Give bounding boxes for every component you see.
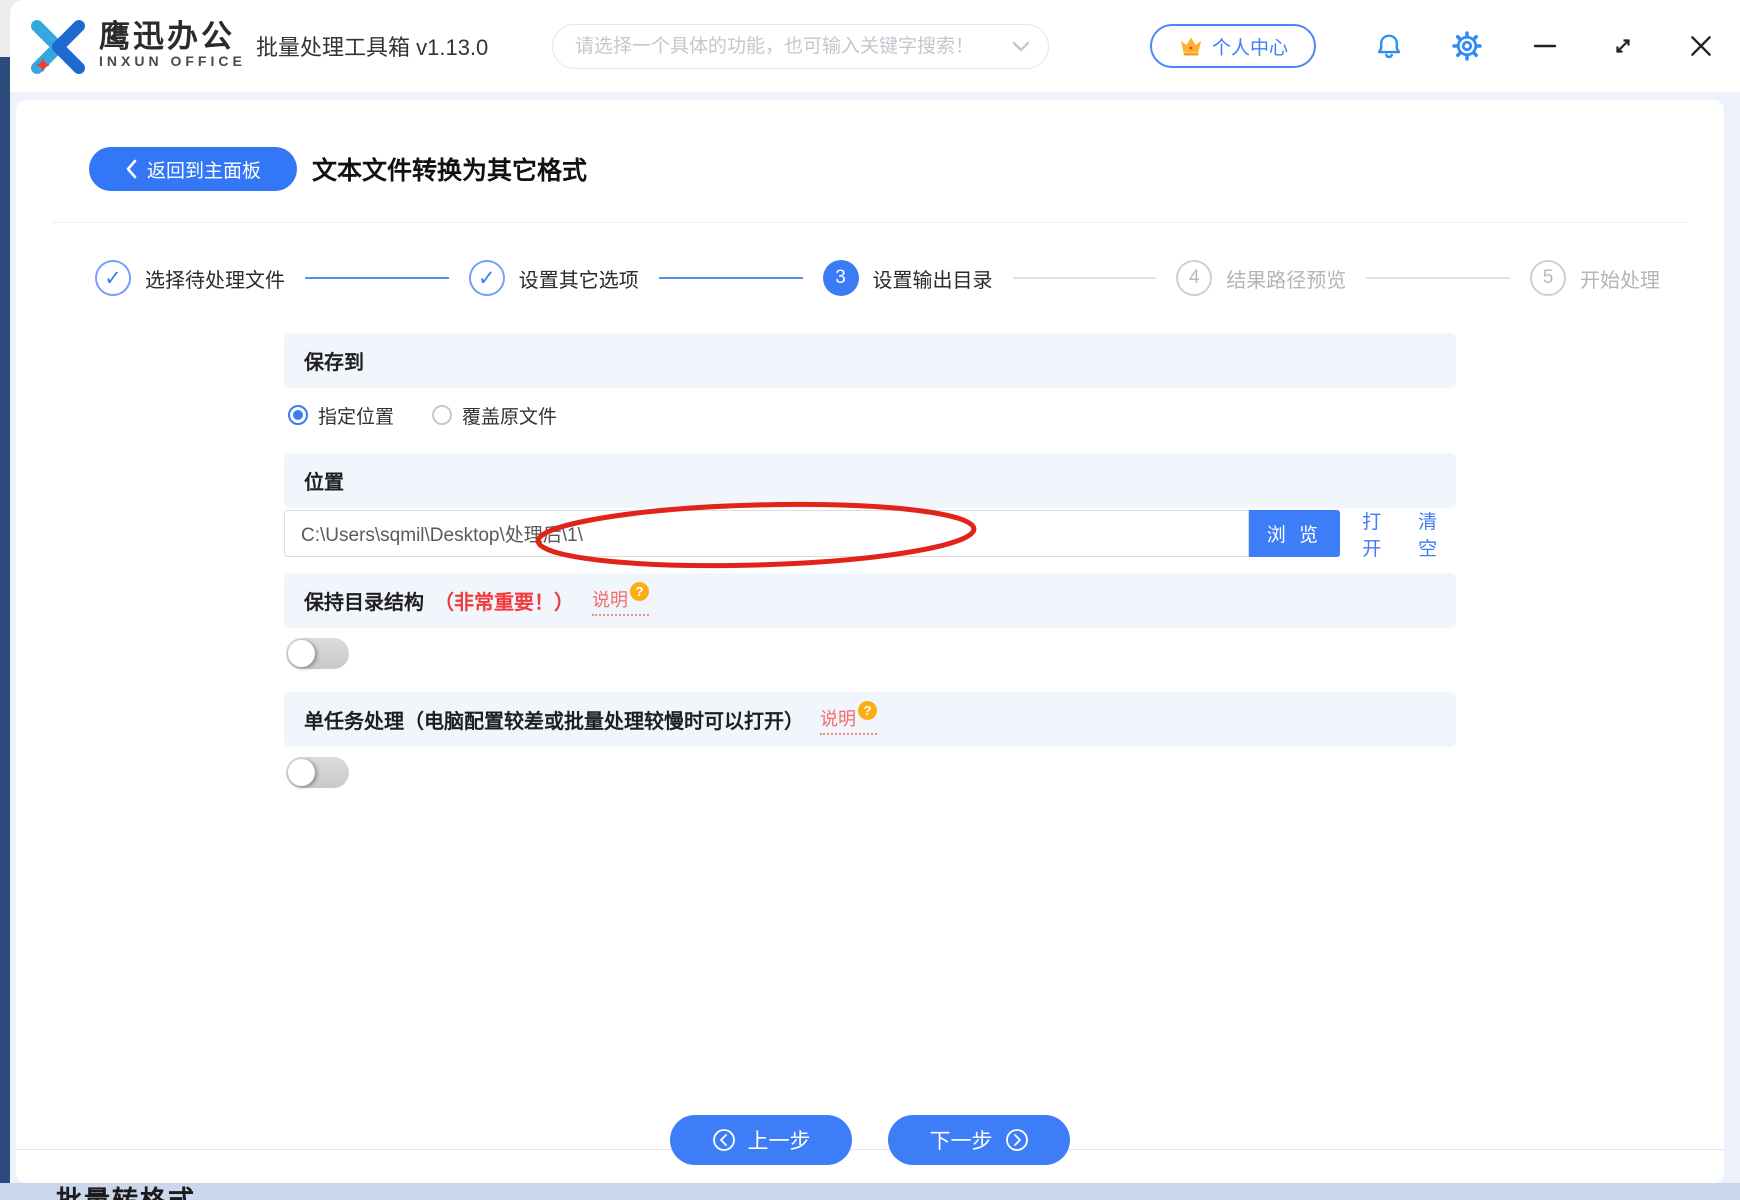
- step-output-directory[interactable]: 3 设置输出目录: [822, 260, 993, 296]
- app-title: 批量处理工具箱 v1.13.0: [256, 35, 489, 60]
- step-connector: [1012, 277, 1157, 279]
- step-select-files[interactable]: ✓ 选择待处理文件: [95, 260, 285, 296]
- app-header: 鹰迅办公 INXUN OFFICE 批量处理工具箱 v1.13.0 个人中心: [10, 0, 1740, 92]
- keep-structure-title: 保持目录结构: [304, 592, 424, 614]
- background-window-edge: [0, 57, 10, 1184]
- main-card: 返回到主面板 文本文件转换为其它格式 ✓ 选择待处理文件 ✓ 设置其它选项 3 …: [16, 100, 1724, 1183]
- settings-gear-icon[interactable]: [1452, 31, 1482, 61]
- minimize-button[interactable]: [1530, 31, 1560, 61]
- keep-structure-section-header: 保持目录结构 （非常重要！） 说明 ?: [284, 573, 1456, 628]
- step-3-label: 设置输出目录: [872, 269, 993, 292]
- step-2-label: 设置其它选项: [518, 269, 639, 292]
- title-divider: [52, 222, 1688, 223]
- app-body: 返回到主面板 文本文件转换为其它格式 ✓ 选择待处理文件 ✓ 设置其它选项 3 …: [10, 92, 1740, 1183]
- single-task-help-link[interactable]: 说明 ?: [820, 700, 877, 735]
- step-result-preview[interactable]: 4 结果路径预览: [1176, 260, 1346, 296]
- step-1-check-icon: ✓: [95, 260, 131, 296]
- single-task-title: 单任务处理（电脑配置较差或批量处理较慢时可以打开）: [304, 711, 804, 733]
- radio-overwrite-original[interactable]: 覆盖原文件: [432, 402, 557, 429]
- help-link-label: 说明: [592, 589, 628, 610]
- step-4-label: 结果路径预览: [1226, 269, 1347, 292]
- desktop-background: 批量转格式 鹰迅办公 INXUN OFFICE 批量处理工具箱 v1.13.0: [0, 0, 1740, 1200]
- wizard-steps: ✓ 选择待处理文件 ✓ 设置其它选项 3 设置输出目录 4 结果路径预览 5 开…: [95, 258, 1660, 298]
- circle-chevron-left-icon: [712, 1129, 735, 1151]
- user-center-label: 个人中心: [1211, 37, 1288, 59]
- chevron-down-icon[interactable]: [1012, 41, 1030, 53]
- chevron-left-icon: [126, 159, 137, 179]
- save-to-section-header: 保存到: [284, 333, 1456, 388]
- page-title: 文本文件转换为其它格式: [312, 157, 588, 185]
- save-to-options: 指定位置 覆盖原文件: [288, 397, 557, 433]
- search-input[interactable]: [575, 35, 1012, 58]
- logo-x-icon: [31, 20, 85, 74]
- function-search-box[interactable]: [552, 24, 1049, 69]
- radio-specified-location-label: 指定位置: [318, 406, 395, 428]
- help-link-label: 说明: [820, 708, 856, 729]
- save-to-title: 保存到: [304, 352, 364, 374]
- step-5-number: 5: [1530, 260, 1566, 296]
- next-step-button[interactable]: 下一步: [888, 1115, 1070, 1165]
- step-2-check-icon: ✓: [468, 260, 505, 296]
- logo-text-en: INXUN OFFICE: [99, 53, 246, 70]
- wizard-footer: 上一步 下一步: [16, 1115, 1724, 1165]
- radio-selected-icon[interactable]: [288, 405, 308, 425]
- single-task-toggle[interactable]: [286, 757, 349, 788]
- background-window-strip: 批量转格式: [0, 1183, 1740, 1200]
- app-window: 鹰迅办公 INXUN OFFICE 批量处理工具箱 v1.13.0 个人中心: [10, 0, 1740, 1183]
- back-to-dashboard-button[interactable]: 返回到主面板: [89, 147, 297, 191]
- step-connector: [1366, 277, 1510, 279]
- toggle-knob: [288, 759, 315, 786]
- keep-structure-toggle[interactable]: [286, 638, 349, 669]
- output-path-input[interactable]: [284, 510, 1249, 557]
- back-button-label: 返回到主面板: [146, 160, 261, 182]
- question-circle-icon: ?: [630, 581, 649, 601]
- toggle-knob: [288, 640, 315, 667]
- user-center-button[interactable]: 个人中心: [1150, 24, 1316, 68]
- clear-path-link[interactable]: 清空: [1418, 507, 1456, 561]
- notification-bell-icon[interactable]: [1374, 31, 1404, 61]
- previous-step-button[interactable]: 上一步: [670, 1115, 852, 1165]
- step-4-number: 4: [1176, 260, 1213, 296]
- step-1-label: 选择待处理文件: [145, 269, 285, 292]
- crown-icon: [1180, 37, 1201, 56]
- maximize-button[interactable]: [1608, 31, 1638, 61]
- next-step-label: 下一步: [929, 1130, 993, 1153]
- question-circle-icon: ?: [858, 700, 877, 720]
- circle-chevron-right-icon: [1005, 1129, 1028, 1151]
- step-other-options[interactable]: ✓ 设置其它选项: [468, 260, 639, 296]
- location-title: 位置: [304, 472, 344, 494]
- single-task-section-header: 单任务处理（电脑配置较差或批量处理较慢时可以打开） 说明 ?: [284, 692, 1456, 747]
- background-window-text: 批量转格式: [56, 1185, 197, 1200]
- browse-button[interactable]: 浏 览: [1248, 510, 1341, 557]
- app-logo: 鹰迅办公 INXUN OFFICE: [27, 14, 246, 76]
- open-folder-link[interactable]: 打开: [1362, 507, 1400, 561]
- radio-unselected-icon[interactable]: [432, 405, 453, 425]
- close-button[interactable]: [1686, 31, 1716, 61]
- location-section-header: 位置: [284, 453, 1456, 508]
- radio-specified-location[interactable]: 指定位置: [288, 402, 394, 429]
- step-start-processing[interactable]: 5 开始处理: [1530, 260, 1660, 296]
- step-3-number: 3: [822, 260, 859, 296]
- step-5-label: 开始处理: [1580, 269, 1660, 292]
- keep-structure-important-note: （非常重要！）: [434, 592, 574, 614]
- step-connector: [305, 277, 449, 279]
- logo-text-cn: 鹰迅办公: [99, 18, 235, 54]
- step-connector: [658, 277, 803, 279]
- keep-structure-help-link[interactable]: 说明 ?: [592, 581, 649, 616]
- previous-step-label: 上一步: [747, 1130, 811, 1153]
- radio-overwrite-original-label: 覆盖原文件: [462, 406, 558, 428]
- output-path-row: 浏 览 打开 清空: [284, 510, 1456, 560]
- logo-text: 鹰迅办公 INXUN OFFICE: [99, 18, 246, 70]
